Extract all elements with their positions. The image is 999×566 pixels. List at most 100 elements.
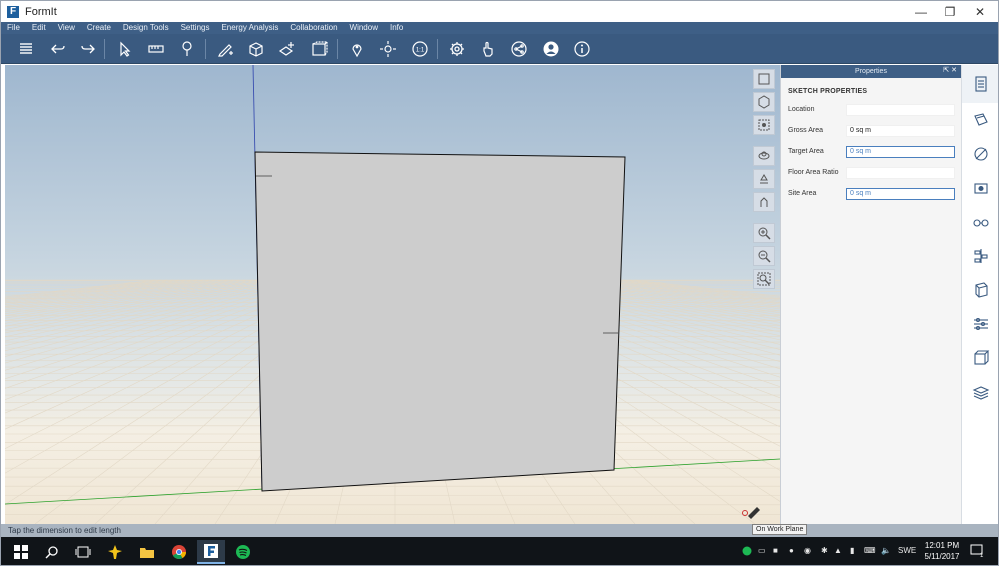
menu-view[interactable]: View	[58, 22, 75, 34]
gross-area-label: Gross Area	[788, 127, 824, 134]
settings-gear-icon[interactable]	[444, 37, 470, 61]
pan-icon[interactable]	[753, 169, 775, 189]
menu-energy-analysis[interactable]: Energy Analysis	[221, 22, 278, 34]
zoom-out-icon[interactable]	[753, 246, 775, 266]
select-view-icon[interactable]	[753, 115, 775, 135]
orbit-icon[interactable]	[753, 146, 775, 166]
windows-start-icon[interactable]	[7, 540, 35, 564]
menu-collaboration[interactable]: Collaboration	[290, 22, 337, 34]
sun-icon[interactable]	[375, 37, 401, 61]
keyboard-icon[interactable]: ⌨	[864, 546, 876, 555]
pin-icon[interactable]: ⇱	[943, 67, 949, 74]
layers-tab-icon[interactable]	[962, 307, 998, 341]
groups-tab-icon[interactable]	[962, 273, 998, 307]
status-bar: Tap the dimension to edit length	[1, 524, 998, 537]
scenes-tab-icon[interactable]	[962, 171, 998, 205]
close-icon[interactable]: ✕	[965, 1, 995, 22]
info-icon[interactable]	[569, 37, 595, 61]
scale-icon[interactable]: 1:1	[407, 37, 433, 61]
location-pin-icon[interactable]	[344, 37, 370, 61]
task-view-icon[interactable]	[69, 540, 97, 564]
clock-time: 12:01 PM	[924, 541, 960, 550]
menu-design-tools[interactable]: Design Tools	[123, 22, 169, 34]
stacks-tab-icon[interactable]	[962, 375, 998, 409]
site-area-row: Site Area 0 sq m	[788, 183, 961, 204]
svg-text:1:1: 1:1	[416, 48, 425, 54]
tray-app-icon[interactable]: ■	[773, 546, 778, 555]
menu-file[interactable]: File	[7, 22, 20, 34]
undo-icon[interactable]	[45, 37, 71, 61]
maximize-icon[interactable]: ❐	[935, 1, 965, 22]
network-drive-icon[interactable]: ▭	[758, 546, 766, 555]
layers-icon[interactable]	[13, 37, 39, 61]
zoom-in-icon[interactable]	[753, 223, 775, 243]
gross-area-row: Gross Area 0 sq m	[788, 120, 961, 141]
file-explorer-icon[interactable]	[133, 540, 161, 564]
section-title: SKETCH PROPERTIES	[788, 88, 868, 95]
site-area-field[interactable]: 0 sq m	[846, 187, 955, 200]
target-area-field[interactable]: 0 sq m	[846, 145, 955, 158]
menu-edit[interactable]: Edit	[32, 22, 46, 34]
gesture-hand-icon[interactable]	[475, 37, 501, 61]
site-area-label: Site Area	[788, 190, 817, 197]
formit-icon[interactable]	[197, 540, 225, 564]
location-row: Location	[788, 99, 961, 120]
menu-info[interactable]: Info	[390, 22, 403, 34]
tray-power-icon[interactable]: ▲	[834, 546, 842, 555]
zoom-extents-icon[interactable]	[753, 69, 775, 89]
materials-tab-icon[interactable]	[962, 103, 998, 137]
search-icon[interactable]	[38, 540, 66, 564]
solid-cut-icon[interactable]	[306, 37, 332, 61]
properties-tab-icon[interactable]	[962, 65, 998, 103]
system-clock[interactable]: 12:01 PM 5/11/2017	[921, 540, 963, 562]
cube-icon[interactable]	[243, 37, 269, 61]
paint-icon[interactable]	[174, 37, 200, 61]
zoom-window-icon[interactable]	[753, 269, 775, 289]
svg-text:1: 1	[980, 553, 984, 558]
sketch-pencil-icon[interactable]	[212, 37, 238, 61]
tray-circle-icon[interactable]: ●	[789, 546, 794, 555]
look-around-icon[interactable]	[753, 192, 775, 212]
notification-center-icon[interactable]: 1	[970, 544, 984, 560]
visual-styles-tab-icon[interactable]	[962, 205, 998, 239]
language-indicator[interactable]: SWE	[898, 546, 916, 555]
window-title: FormIt	[25, 5, 57, 18]
floor-area-ratio-field	[846, 166, 955, 179]
snap-indicator	[742, 510, 748, 516]
location-label: Location	[788, 106, 815, 113]
minimize-icon[interactable]: —	[906, 1, 936, 22]
clock-date: 5/11/2017	[924, 552, 960, 561]
spotify-tray-icon[interactable]	[742, 546, 752, 558]
menu-window[interactable]: Window	[350, 22, 378, 34]
user-account-icon[interactable]	[538, 37, 564, 61]
status-text: Tap the dimension to edit length	[8, 526, 121, 535]
3d-viewport[interactable]	[5, 65, 780, 524]
analysis-tab-icon[interactable]	[962, 137, 998, 171]
battery-icon[interactable]: ▮	[850, 546, 854, 555]
properties-header: Properties ⇱ ✕	[781, 65, 961, 78]
properties-panel: Properties ⇱ ✕ SKETCH PROPERTIES Locatio…	[780, 65, 961, 524]
target-area-row: Target Area 0 sq m	[788, 141, 961, 162]
pencil-cursor-icon	[748, 507, 760, 519]
menu-create[interactable]: Create	[87, 22, 111, 34]
location-field[interactable]	[846, 103, 955, 116]
share-icon[interactable]	[506, 37, 532, 61]
redo-icon[interactable]	[75, 37, 101, 61]
volume-icon[interactable]: 🔈	[881, 546, 891, 555]
perspective-icon[interactable]	[753, 92, 775, 112]
sketch-tab-icon[interactable]	[962, 341, 998, 375]
menu-bar: File Edit View Create Design Tools Setti…	[1, 22, 998, 34]
pinned-app-icon[interactable]	[101, 540, 129, 564]
add-level-icon[interactable]	[274, 37, 300, 61]
levels-tab-icon[interactable]	[962, 239, 998, 273]
bluetooth-icon[interactable]: ✱	[821, 546, 828, 555]
main-toolbar: 1:1	[1, 34, 998, 64]
spotify-icon[interactable]	[229, 540, 257, 564]
chrome-icon[interactable]	[165, 540, 193, 564]
select-icon[interactable]	[112, 37, 138, 61]
chrome-tray-icon[interactable]: ◉	[804, 546, 811, 555]
dimension-icon[interactable]	[143, 37, 169, 61]
panel-close-icon[interactable]: ✕	[951, 67, 957, 74]
right-tab-strip	[961, 65, 998, 524]
menu-settings[interactable]: Settings	[181, 22, 210, 34]
